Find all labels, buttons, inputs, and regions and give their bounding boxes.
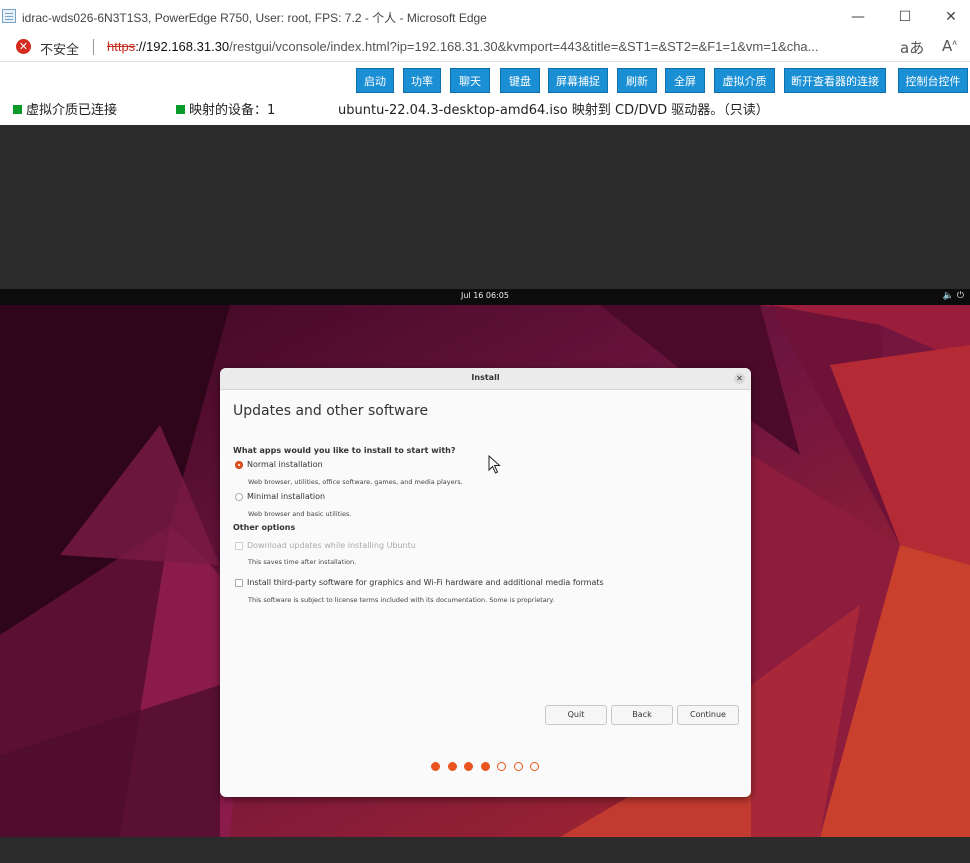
system-menu[interactable]: 🔈 ⏻: [943, 291, 964, 301]
third-party-desc: This software is subject to license term…: [248, 596, 555, 604]
console-bottom-area: [0, 837, 970, 863]
back-button[interactable]: Back: [611, 705, 673, 725]
refresh-button[interactable]: 刷新: [617, 68, 657, 93]
speaker-icon: 🔈: [942, 291, 954, 301]
virtual-media-button[interactable]: 虚拟介质: [714, 68, 775, 93]
progress-dot: [497, 762, 506, 771]
third-party-label[interactable]: Install third-party software for graphic…: [247, 578, 604, 587]
app-window-icon: [2, 9, 16, 23]
read-aloud-icon[interactable]: aあ: [900, 37, 924, 58]
download-updates-label[interactable]: Download updates while installing Ubuntu: [247, 541, 416, 550]
third-party-checkbox[interactable]: [235, 579, 243, 587]
progress-dot: [464, 762, 473, 771]
normal-installation-label[interactable]: Normal installation: [247, 460, 323, 469]
address-bar[interactable]: ✕ 不安全 https://192.168.31.30/restgui/vcon…: [0, 33, 970, 62]
browser-title-bar: idrac-wds026-6N3T1S3, PowerEdge R750, Us…: [0, 0, 970, 33]
download-updates-checkbox[interactable]: [235, 542, 243, 550]
maximize-button[interactable]: ☐: [890, 6, 920, 28]
url-path: /restgui/vconsole/index.html?ip=192.168.…: [229, 39, 819, 54]
minimal-installation-desc: Web browser and basic utilities.: [248, 510, 352, 518]
virtual-media-status: 虚拟介质已连接: [13, 99, 117, 118]
continue-button[interactable]: Continue: [677, 705, 739, 725]
progress-dot: [530, 762, 539, 771]
kvm-toolbar: 启动 功率 聊天 键盘 屏幕捕捉 刷新 全屏 虚拟介质 断开查看器的连接 控制台…: [0, 62, 970, 125]
dialog-header: Install ✕: [220, 368, 751, 390]
chat-button[interactable]: 聊天: [450, 68, 490, 93]
normal-installation-desc: Web browser, utilities, office software,…: [248, 478, 463, 486]
mapped-devices-text: 映射的设备：1: [189, 103, 276, 118]
progress-dot: [480, 762, 490, 771]
virtual-media-status-text: 虚拟介质已连接: [26, 103, 118, 118]
mapped-devices-status: 映射的设备：1: [176, 99, 275, 118]
power-button[interactable]: 功率: [403, 68, 441, 93]
minimize-button[interactable]: —: [843, 6, 873, 28]
download-updates-desc: This saves time after installation.: [248, 558, 357, 566]
gnome-clock[interactable]: Jul 16 06:05: [0, 291, 970, 300]
not-secure-icon[interactable]: ✕: [16, 39, 31, 54]
font-icon[interactable]: Aʌ: [942, 37, 957, 55]
page-title: Updates and other software: [233, 403, 429, 419]
normal-installation-radio[interactable]: [235, 461, 243, 469]
url-host: ://192.168.31.30: [135, 39, 230, 54]
apps-question: What apps would you like to install to s…: [233, 446, 456, 455]
iso-status: ubuntu-22.04.3-desktop-amd64.iso 映射到 CD/…: [338, 103, 769, 118]
console-controls-button[interactable]: 控制台控件: [898, 68, 968, 93]
progress-dot: [431, 762, 440, 771]
keyboard-button[interactable]: 键盘: [500, 68, 540, 93]
security-label[interactable]: 不安全: [40, 39, 79, 58]
address-separator: [93, 39, 94, 55]
minimal-installation-label[interactable]: Minimal installation: [247, 492, 325, 501]
url-scheme: https: [107, 39, 136, 54]
installer-dialog: Install ✕ Updates and other software Wha…: [220, 368, 751, 797]
disconnect-viewer-button[interactable]: 断开查看器的连接: [784, 68, 886, 93]
mouse-cursor-icon: [488, 455, 501, 474]
boot-button[interactable]: 启动: [356, 68, 394, 93]
url-text[interactable]: https://192.168.31.30/restgui/vconsole/i…: [107, 39, 819, 54]
dialog-title: Install: [471, 373, 500, 382]
gnome-top-bar: Jul 16 06:05 🔈 ⏻: [0, 289, 970, 305]
minimal-installation-radio[interactable]: [235, 493, 243, 501]
screen-capture-button[interactable]: 屏幕捕捉: [548, 68, 608, 93]
quit-button[interactable]: Quit: [545, 705, 607, 725]
dialog-close-icon[interactable]: ✕: [734, 373, 745, 384]
window-title: idrac-wds026-6N3T1S3, PowerEdge R750, Us…: [22, 11, 487, 25]
progress-dot: [513, 762, 523, 771]
console-blank-area: [0, 125, 970, 289]
other-options-heading: Other options: [233, 523, 296, 532]
progress-dot: [447, 762, 457, 771]
status-indicator-icon: [13, 105, 22, 114]
close-window-button[interactable]: ✕: [936, 6, 966, 28]
power-icon: ⏻: [956, 291, 964, 301]
fullscreen-button[interactable]: 全屏: [665, 68, 705, 93]
status-indicator-icon: [176, 105, 185, 114]
